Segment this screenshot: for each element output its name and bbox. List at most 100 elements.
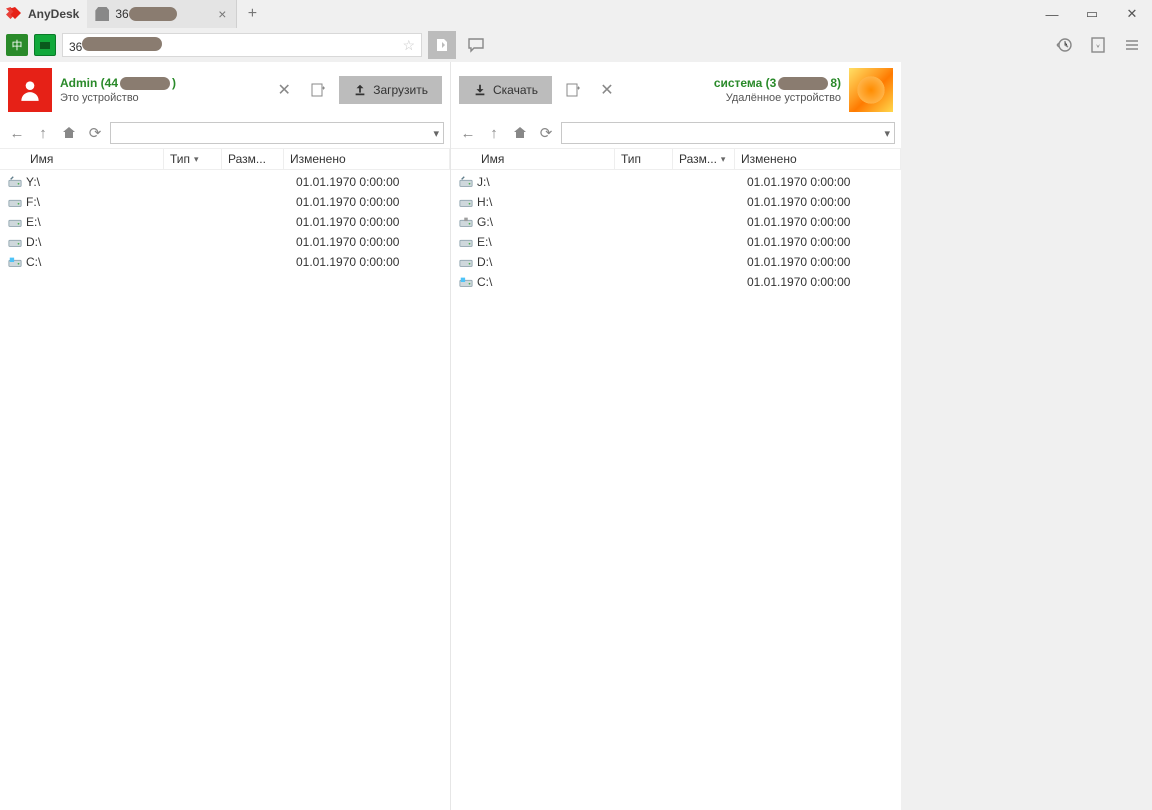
drive-modified: 01.01.1970 0:00:00 — [741, 215, 901, 229]
upload-button[interactable]: Загрузить — [339, 76, 442, 104]
drive-modified: 01.01.1970 0:00:00 — [741, 275, 901, 289]
drive-row[interactable]: J:\ 01.01.1970 0:00:00 — [457, 172, 901, 192]
drive-row[interactable]: E:\ 01.01.1970 0:00:00 — [6, 212, 450, 232]
file-transfer-tab-icon — [95, 7, 109, 21]
drive-row[interactable]: Y:\ 01.01.1970 0:00:00 — [6, 172, 450, 192]
refresh-button[interactable]: ⟳ — [84, 122, 106, 144]
column-size[interactable]: Разм... — [222, 149, 284, 169]
drive-row[interactable]: C:\ 01.01.1970 0:00:00 — [457, 272, 901, 292]
address-bar[interactable]: 36 ☆ — [62, 33, 422, 57]
redacted — [82, 37, 162, 51]
remote-path-input[interactable]: ▾ — [561, 122, 895, 144]
file-transfer-main: Admin (44) Это устройство ✕ Загрузить ← … — [0, 62, 1152, 810]
up-button[interactable]: ↑ — [32, 122, 54, 144]
remote-nav: ← ↑ ⟳ ▾ — [451, 118, 901, 148]
monitor-icon[interactable] — [34, 34, 56, 56]
session-tab-label: 36 — [115, 7, 208, 22]
window-minimize-button[interactable]: — — [1032, 0, 1072, 28]
titlebar: AnyDesk 36 × + — ▭ ✕ — [0, 0, 1152, 28]
drive-row[interactable]: D:\ 01.01.1970 0:00:00 — [457, 252, 901, 272]
drive-icon — [457, 276, 475, 288]
tab-close-button[interactable]: × — [214, 6, 230, 22]
download-icon[interactable] — [1084, 31, 1112, 59]
drive-icon — [6, 216, 24, 228]
language-badge[interactable]: 中 — [6, 34, 28, 56]
column-size[interactable]: Разм...▾ — [673, 149, 735, 169]
drive-modified: 01.01.1970 0:00:00 — [290, 235, 450, 249]
drive-modified: 01.01.1970 0:00:00 — [741, 235, 901, 249]
drive-name: C:\ — [24, 255, 170, 269]
up-button[interactable]: ↑ — [483, 122, 505, 144]
history-icon[interactable] — [1050, 31, 1078, 59]
drive-name: D:\ — [24, 235, 170, 249]
column-type[interactable]: Тип — [615, 149, 673, 169]
local-avatar — [8, 68, 52, 112]
address-input[interactable] — [166, 38, 398, 52]
remote-header: Скачать ✕ система (38) Удалённое устройс… — [451, 62, 901, 118]
column-name[interactable]: Имя — [475, 149, 615, 169]
column-modified[interactable]: Изменено — [284, 149, 450, 169]
drive-name: H:\ — [475, 195, 621, 209]
drive-row[interactable]: H:\ 01.01.1970 0:00:00 — [457, 192, 901, 212]
drive-name: J:\ — [475, 175, 621, 189]
drive-row[interactable]: D:\ 01.01.1970 0:00:00 — [6, 232, 450, 252]
chevron-down-icon: ▾ — [884, 127, 890, 140]
drive-modified: 01.01.1970 0:00:00 — [290, 175, 450, 189]
window-maximize-button[interactable]: ▭ — [1072, 0, 1112, 28]
home-button[interactable] — [58, 122, 80, 144]
back-button[interactable]: ← — [457, 122, 479, 144]
drive-icon — [457, 216, 475, 228]
local-rows: Y:\ 01.01.1970 0:00:00 F:\ 01.01.1970 0:… — [0, 170, 450, 272]
remote-user-name: система (38) — [714, 76, 841, 90]
empty-area — [901, 62, 1152, 810]
anydesk-logo-icon — [6, 4, 24, 25]
remote-close-button[interactable]: ✕ — [594, 77, 620, 103]
local-user-name: Admin (44) — [60, 76, 176, 90]
app-tab[interactable]: AnyDesk — [0, 0, 87, 28]
menu-icon[interactable] — [1118, 31, 1146, 59]
drive-name: E:\ — [24, 215, 170, 229]
window-close-button[interactable]: ✕ — [1112, 0, 1152, 28]
local-close-button[interactable]: ✕ — [271, 77, 297, 103]
redacted — [778, 77, 828, 90]
favorite-star-icon[interactable]: ☆ — [402, 37, 415, 54]
connect-button[interactable] — [428, 31, 456, 59]
new-tab-button[interactable]: + — [237, 0, 267, 28]
local-device-label: Это устройство — [60, 92, 176, 104]
drive-icon — [457, 176, 475, 188]
local-new-folder-button[interactable] — [305, 77, 331, 103]
column-name[interactable]: Имя — [24, 149, 164, 169]
chat-icon[interactable] — [462, 31, 490, 59]
drive-icon — [6, 196, 24, 208]
download-button[interactable]: Скачать — [459, 76, 552, 104]
app-name: AnyDesk — [28, 7, 79, 21]
drive-row[interactable]: G:\ 01.01.1970 0:00:00 — [457, 212, 901, 232]
redacted — [120, 77, 170, 90]
column-type[interactable]: Тип▾ — [164, 149, 222, 169]
drive-icon — [6, 256, 24, 268]
drive-name: G:\ — [475, 215, 621, 229]
drive-icon — [6, 236, 24, 248]
drive-name: E:\ — [475, 235, 621, 249]
drive-name: F:\ — [24, 195, 170, 209]
remote-pane: Скачать ✕ система (38) Удалённое устройс… — [451, 62, 901, 810]
column-modified[interactable]: Изменено — [735, 149, 901, 169]
remote-new-folder-button[interactable] — [560, 77, 586, 103]
local-header: Admin (44) Это устройство ✕ Загрузить — [0, 62, 450, 118]
drive-row[interactable]: F:\ 01.01.1970 0:00:00 — [6, 192, 450, 212]
home-button[interactable] — [509, 122, 531, 144]
drive-row[interactable]: E:\ 01.01.1970 0:00:00 — [457, 232, 901, 252]
drive-modified: 01.01.1970 0:00:00 — [741, 195, 901, 209]
chevron-down-icon: ▾ — [433, 127, 439, 140]
address-value: 36 — [69, 37, 162, 54]
sort-asc-icon: ▾ — [194, 154, 199, 165]
session-tab[interactable]: 36 × — [87, 0, 237, 28]
drive-modified: 01.01.1970 0:00:00 — [741, 255, 901, 269]
drive-name: Y:\ — [24, 175, 170, 189]
local-path-input[interactable]: ▾ — [110, 122, 444, 144]
refresh-button[interactable]: ⟳ — [535, 122, 557, 144]
drive-name: C:\ — [475, 275, 621, 289]
remote-table-header: Имя Тип Разм...▾ Изменено — [451, 148, 901, 170]
back-button[interactable]: ← — [6, 122, 28, 144]
drive-row[interactable]: C:\ 01.01.1970 0:00:00 — [6, 252, 450, 272]
